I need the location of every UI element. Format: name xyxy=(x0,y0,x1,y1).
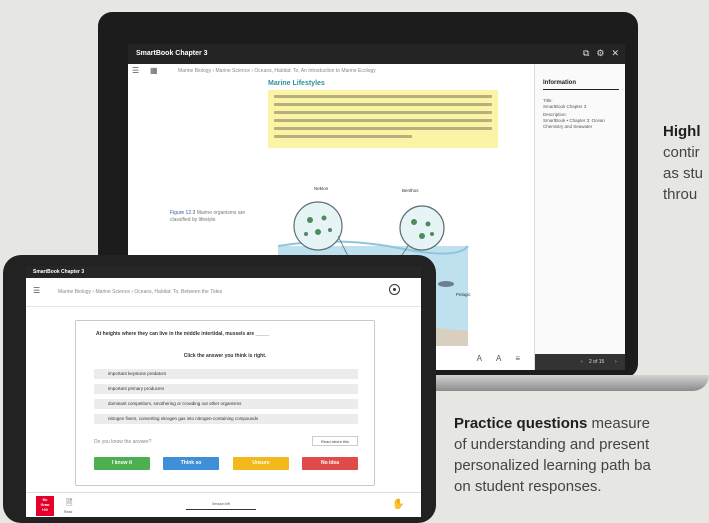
laptop-navbar: ☰ ▦ Marine Biology › Marine Science › Oc… xyxy=(128,64,528,79)
tablet-bottom-bar: Mc Graw Hill 🗎 Read Session left ✋ xyxy=(26,492,421,517)
caption-right-line: contir xyxy=(663,144,700,161)
read-icon[interactable]: 🗎 xyxy=(66,497,72,511)
diagram-label-pelagic: Pelagic xyxy=(456,292,471,297)
caption-bottom-rest: measure xyxy=(587,415,650,432)
caption-bottom-line: personalized learning path ba xyxy=(454,457,651,474)
window-controls: ⧉ ⚙ ✕ xyxy=(583,48,619,59)
tablet-navbar: ☰ Marine Biology › Marine Science › Ocea… xyxy=(26,278,421,307)
confidence-question: Do you know the answer? xyxy=(94,439,152,445)
i-know-it-button[interactable]: I know it xyxy=(94,457,150,470)
session-progress-bar xyxy=(186,509,256,510)
caption-bottom-line: on student responses. xyxy=(454,478,602,495)
question-text: At heights where they can live in the mi… xyxy=(96,331,270,337)
tablet-titlebar: SmartBook Chapter 3 xyxy=(26,266,421,278)
info-title-value: SmartBook Chapter 3 xyxy=(543,104,587,109)
info-panel-heading: Information xyxy=(543,80,576,86)
font-size-large-button[interactable]: A xyxy=(496,354,501,363)
practice-caption: Practice questions measure of understand… xyxy=(454,413,709,497)
answer-option[interactable]: important primary producers xyxy=(94,384,358,394)
diagram-label-benthos: Benthos xyxy=(402,188,419,193)
answer-prompt: Click the answer you think is right. xyxy=(183,353,267,359)
mcgraw-hill-logo: Mc Graw Hill xyxy=(36,496,54,516)
menu-icon[interactable]: ☰ xyxy=(132,66,139,75)
laptop-titlebar: SmartBook Chapter 3 ⧉ ⚙ ✕ xyxy=(128,44,625,64)
highlight-caption: Highl contir as stu throu xyxy=(663,121,709,205)
menu-icon[interactable]: ☰ xyxy=(33,286,40,295)
list-view-button[interactable]: ≡ xyxy=(515,354,520,363)
page-navigator: ‹ 2 of 15 › xyxy=(535,354,625,370)
breadcrumb[interactable]: Marine Biology › Marine Science › Oceans… xyxy=(178,68,376,74)
caption-right-line: as stu xyxy=(663,165,704,182)
highlighted-paragraph[interactable] xyxy=(268,90,498,148)
tablet-breadcrumb[interactable]: Marine Biology › Marine Science › Oceans… xyxy=(58,289,222,295)
figure-caption-lead: Figure 12.3 xyxy=(170,210,196,216)
answer-option[interactable]: dominant competitors, smothering or crow… xyxy=(94,399,358,409)
caption-bottom-line: of understanding and present xyxy=(454,436,650,453)
font-size-small-button[interactable]: A xyxy=(477,354,482,363)
figure-caption: Figure 12.3 Marine organisms are classif… xyxy=(170,210,255,224)
tablet-window-title: SmartBook Chapter 3 xyxy=(33,269,85,275)
unsure-button[interactable]: Unsure xyxy=(233,457,289,470)
no-idea-button[interactable]: No idea xyxy=(302,457,358,470)
caption-bottom-bold: Practice questions xyxy=(454,415,588,432)
section-heading: Marine Lifestyles xyxy=(268,80,325,87)
answer-option[interactable]: important keystone predators xyxy=(94,369,358,379)
practice-question-card: At heights where they can live in the mi… xyxy=(75,320,375,486)
caption-right-bold: Highl xyxy=(663,123,701,140)
caption-right-line: throu xyxy=(663,186,698,203)
settings-icon[interactable]: ⚙ xyxy=(596,48,604,59)
close-icon[interactable]: ✕ xyxy=(611,48,619,59)
think-so-button[interactable]: Think so xyxy=(163,457,219,470)
next-page-button[interactable]: › xyxy=(615,359,617,365)
record-icon[interactable] xyxy=(389,284,400,295)
info-title-label: Title: xyxy=(543,98,553,103)
grid-icon[interactable]: ▦ xyxy=(150,66,158,75)
read-about-this-button[interactable]: Read about this xyxy=(312,436,358,446)
tablet-screen: SmartBook Chapter 3 ☰ Marine Biology › M… xyxy=(26,266,421,517)
session-progress-label: Session left xyxy=(211,502,231,506)
hand-icon[interactable]: ✋ xyxy=(392,499,404,510)
answer-option[interactable]: nitrogen fixers, converting nitrogen gas… xyxy=(94,414,358,424)
info-description-value: SmartBook • Chapter 3: Ocean Chemistry a… xyxy=(543,118,605,129)
read-label[interactable]: Read xyxy=(64,510,72,514)
diagram-label-nekton: Nekton xyxy=(314,186,329,191)
popout-icon[interactable]: ⧉ xyxy=(583,48,589,59)
info-panel-divider xyxy=(543,89,619,90)
page-indicator: 2 of 15 xyxy=(589,359,605,365)
window-title: SmartBook Chapter 3 xyxy=(136,50,208,57)
information-panel: Information Title: SmartBook Chapter 3 D… xyxy=(534,64,625,370)
info-description-label: Description: xyxy=(543,112,567,117)
prev-page-button[interactable]: ‹ xyxy=(581,359,583,365)
